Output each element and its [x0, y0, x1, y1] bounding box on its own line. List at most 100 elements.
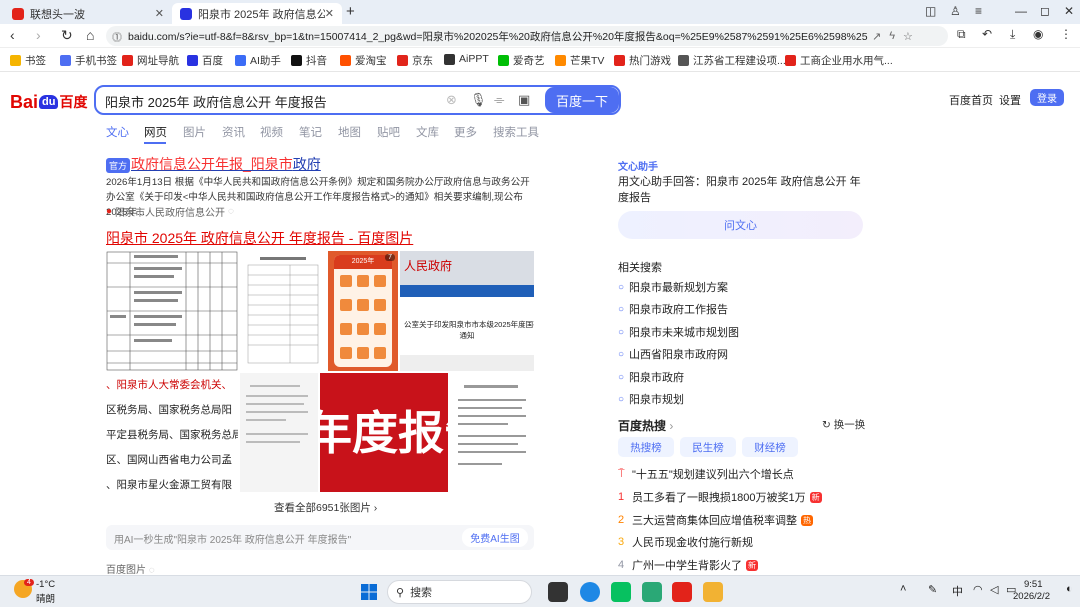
minimize-icon[interactable]: —: [1015, 4, 1027, 18]
image-gov-website[interactable]: 人民政府 公室关于印发阳泉市市本级2025年度国有建设 通知: [400, 251, 534, 371]
image-source[interactable]: 百度图片 ◌: [106, 561, 155, 576]
task-view-icon[interactable]: [548, 582, 568, 602]
weather-desc[interactable]: 晴朗: [36, 591, 55, 605]
hot-item[interactable]: 1 员工多看了一眼拽损1800万被奖1万新: [618, 489, 822, 505]
wps-icon[interactable]: [672, 582, 692, 602]
chat-app-icon[interactable]: [642, 582, 662, 602]
tab-tieba[interactable]: 贴吧: [377, 124, 400, 140]
star-icon[interactable]: ☆: [903, 30, 913, 43]
baidu-logo[interactable]: Bai du 百度: [10, 90, 87, 114]
back-icon[interactable]: ‹: [10, 27, 15, 43]
wechat-icon[interactable]: [611, 582, 631, 602]
related-item[interactable]: ○ 山西省阳泉市政府网: [618, 346, 728, 362]
hot-tab-finance[interactable]: 财经榜: [742, 437, 798, 457]
tab-web[interactable]: 网页: [144, 124, 167, 140]
tab-news[interactable]: 资讯: [222, 124, 245, 140]
maximize-icon[interactable]: ◻: [1040, 4, 1050, 18]
notification-icon[interactable]: ◐: [1066, 583, 1073, 595]
clock-date[interactable]: 2026/2/2: [1013, 591, 1050, 602]
extension-icon[interactable]: ♙: [950, 4, 961, 18]
free-ai-image-button[interactable]: 免费AI生图: [462, 528, 528, 547]
clock-time[interactable]: 9:51: [1024, 579, 1043, 590]
camera-search-icon[interactable]: ▣: [518, 92, 530, 108]
home-icon[interactable]: ⌂: [86, 27, 94, 43]
ai-generate-bar[interactable]: 用AI一秒生成"阳泉市 2025年 政府信息公开 年度报告" 免费AI生图: [106, 525, 534, 550]
baidu-home-link[interactable]: 百度首页: [949, 92, 993, 108]
hot-search-heading[interactable]: 百度热搜 ›: [618, 417, 673, 434]
bookmark-item[interactable]: 爱淘宝: [340, 53, 387, 68]
tab-map[interactable]: 地图: [338, 124, 361, 140]
result-source[interactable]: ● 阳泉市人民政府信息公开 ◌: [106, 204, 234, 219]
bookmark-item[interactable]: 工商企业用水用气...: [785, 53, 893, 68]
refresh-button[interactable]: ↻ 换一换: [822, 417, 865, 432]
forward-icon[interactable]: ›: [36, 27, 41, 43]
volume-icon[interactable]: ◁: [990, 583, 998, 596]
related-item[interactable]: ○ 阳泉市规划: [618, 391, 684, 407]
bookmark-item[interactable]: AI助手: [235, 53, 281, 68]
lightning-icon[interactable]: ϟ: [889, 30, 895, 42]
settings-link[interactable]: 设置: [999, 92, 1021, 108]
close-window-icon[interactable]: ✕: [1064, 4, 1074, 18]
bookmark-item[interactable]: 抖音: [291, 53, 327, 68]
related-item[interactable]: ○ 阳泉市政府工作报告: [618, 301, 728, 317]
bookmark-item[interactable]: 手机书签: [60, 53, 117, 68]
bookmark-item[interactable]: 江苏省工程建设项...: [678, 53, 786, 68]
image-text-document[interactable]: 、阳泉市人大常委会机关、 区税务局、国家税务总局阳 平定县税务局、国家税务总局 …: [106, 373, 238, 492]
hot-item[interactable]: ⍑ "十五五"规划建议列出六个增长点: [618, 466, 794, 482]
image-table-document[interactable]: [106, 251, 238, 371]
pen-icon[interactable]: ✎: [928, 583, 937, 596]
result-title-link[interactable]: 政府信息公开年报_阳泉市政府: [131, 154, 321, 174]
tab-wenku[interactable]: 文库: [416, 124, 439, 140]
close-tab-icon[interactable]: ✕: [155, 7, 164, 20]
hot-item[interactable]: 4 广州一中学生背影火了新: [618, 557, 758, 573]
tab-active[interactable]: 阳泉市 2025年 政府信息公开 年度报告 ✕: [172, 3, 342, 24]
search-query[interactable]: 阳泉市 2025年 政府信息公开 年度报告: [105, 92, 327, 111]
tab-notes[interactable]: 笔记: [299, 124, 322, 140]
image-result-title-link[interactable]: 阳泉市 2025年 政府信息公开 年度报告 - 百度图片: [106, 228, 413, 248]
browser-icon[interactable]: [580, 582, 600, 602]
image-phone-app[interactable]: 2025年 7: [328, 251, 398, 371]
bookmark-item[interactable]: AiPPT: [444, 53, 489, 65]
microphone-icon[interactable]: 🎙: [470, 92, 487, 108]
image-annual-report-cover[interactable]: 年度报告: [320, 373, 448, 492]
tab-search-tools[interactable]: 搜索工具: [493, 124, 539, 140]
file-explorer-icon[interactable]: [703, 582, 723, 602]
menu-icon[interactable]: ≡: [975, 4, 982, 18]
bookmark-item[interactable]: 京东: [397, 53, 433, 68]
site-info-icon[interactable]: ⓵: [112, 29, 122, 44]
image-report-document[interactable]: [450, 373, 534, 492]
tab-more[interactable]: 更多: [454, 124, 477, 140]
tab-images[interactable]: 图片: [183, 124, 206, 140]
hot-tab-trending[interactable]: 热搜榜: [618, 437, 674, 457]
image-scanned-document[interactable]: [240, 373, 318, 492]
weather-temp[interactable]: -1°C: [36, 579, 55, 590]
image-form-document[interactable]: [240, 251, 326, 371]
tab-wenxin[interactable]: 文心: [106, 124, 129, 140]
ask-wenxin-button[interactable]: 问文心: [618, 211, 863, 239]
new-tab-icon[interactable]: +: [346, 3, 355, 20]
url-bar[interactable]: ⓵ baidu.com/s?ie=utf-8&f=8&rsv_bp=1&tn=1…: [106, 26, 948, 46]
related-item[interactable]: ○ 阳泉市最新规划方案: [618, 279, 728, 295]
start-icon[interactable]: [359, 582, 379, 602]
close-tab-icon[interactable]: ✕: [325, 7, 334, 20]
attachment-icon[interactable]: ⌯: [494, 92, 504, 108]
related-item[interactable]: ○ 阳泉市未来城市规划图: [618, 324, 739, 340]
search-input[interactable]: 阳泉市 2025年 政府信息公开 年度报告: [94, 85, 621, 115]
tab-inactive[interactable]: 联想头一波 ✕: [4, 3, 172, 24]
bookmark-item[interactable]: 芒果TV: [555, 53, 604, 68]
clear-icon[interactable]: ⊗: [446, 92, 457, 108]
download-icon[interactable]: ⤓: [1010, 27, 1015, 42]
bookmark-item[interactable]: 书签: [10, 53, 46, 68]
search-button[interactable]: 百度一下: [545, 87, 619, 113]
profile-icon[interactable]: ◉: [1033, 27, 1043, 41]
bookmark-item[interactable]: 网址导航: [122, 53, 179, 68]
bookmark-item[interactable]: 热门游戏: [614, 53, 671, 68]
share-icon[interactable]: ↗: [872, 30, 881, 43]
url-text[interactable]: baidu.com/s?ie=utf-8&f=8&rsv_bp=1&tn=150…: [128, 29, 868, 44]
see-all-images-link[interactable]: 查看全部6951张图片 ›: [274, 500, 377, 515]
hot-item[interactable]: 3 人民币现金收付施行新规: [618, 534, 753, 550]
taskbar-search[interactable]: ⚲ 搜索: [387, 580, 532, 604]
hot-tab-livelihood[interactable]: 民生榜: [680, 437, 736, 457]
bookmark-item[interactable]: 百度: [187, 53, 223, 68]
wifi-icon[interactable]: ◠: [973, 583, 983, 596]
